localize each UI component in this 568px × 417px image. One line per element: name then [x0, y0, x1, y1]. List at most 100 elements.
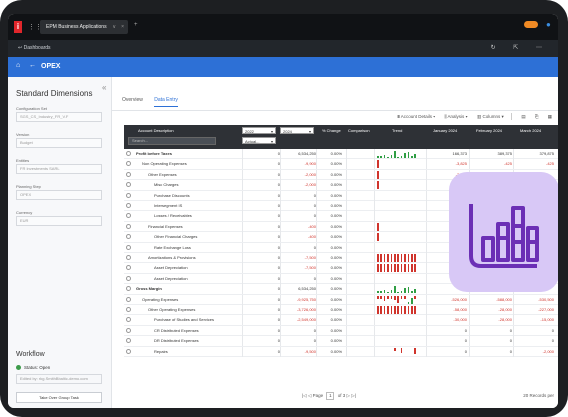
row-v1[interactable]: 0	[244, 284, 280, 293]
row-v1[interactable]: 0	[244, 326, 280, 335]
row-month-m3[interactable]: -227,000	[516, 305, 554, 314]
row-radio[interactable]	[126, 296, 131, 302]
row-month-m1[interactable]: -526,000	[429, 295, 467, 304]
row-pct[interactable]: 0.00%	[314, 149, 342, 158]
save-icon[interactable]: ▤	[521, 114, 525, 120]
row-v1[interactable]: 0	[244, 295, 280, 304]
row-month-m3[interactable]: 0	[516, 326, 554, 335]
row-pct[interactable]: 0.00%	[314, 336, 342, 345]
row-pct[interactable]: 0.00%	[314, 159, 342, 168]
row-pct[interactable]: 0.00%	[314, 305, 342, 314]
row-radio[interactable]	[126, 213, 131, 219]
row-v1[interactable]: 0	[244, 159, 280, 168]
row-v2[interactable]: -9,925,750	[280, 295, 316, 304]
scenario-select[interactable]: Actual... ▾	[242, 137, 276, 144]
page-input[interactable]: 1	[326, 392, 335, 400]
table-row[interactable]: Non Operating Expenses 0 -9,900 0.00% -3,825…	[124, 159, 558, 170]
tab-overview[interactable]: Overview	[122, 97, 143, 106]
row-month-m3[interactable]: -15,000	[516, 315, 554, 324]
home-icon[interactable]: ⌂	[16, 62, 20, 69]
row-month-m3[interactable]: -530,500	[516, 295, 554, 304]
notification-pill[interactable]	[524, 21, 538, 28]
next-page-icon[interactable]: ▷	[346, 393, 349, 398]
row-radio[interactable]	[126, 255, 131, 260]
row-month-m2[interactable]: -588,000	[472, 295, 512, 304]
row-v2[interactable]: 0	[280, 274, 316, 283]
row-v2[interactable]: -2,000	[280, 170, 316, 179]
row-v2[interactable]: 0	[280, 243, 316, 252]
row-v2[interactable]: -9,900	[280, 159, 316, 168]
row-radio[interactable]	[126, 161, 131, 167]
row-radio[interactable]	[126, 203, 131, 208]
row-v2[interactable]: 6,534,250	[280, 284, 316, 293]
collapse-sidebar-icon[interactable]: «	[102, 83, 106, 92]
row-month-m1[interactable]: -58,000	[429, 305, 467, 314]
export-icon[interactable]: ⎘	[535, 114, 539, 119]
nav-action-icons[interactable]: ↻ ⇱ ⋯	[491, 44, 550, 51]
table-row[interactable]: Purchase of Studies and Services 0 -2,549,…	[124, 315, 558, 326]
row-radio[interactable]	[126, 286, 131, 292]
close-icon[interactable]: ×	[121, 20, 124, 34]
first-page-icon[interactable]: |◁	[302, 393, 307, 398]
row-v1[interactable]: 0	[244, 315, 280, 324]
row-v2[interactable]: -9,500	[280, 347, 316, 356]
row-month-m2[interactable]: -28,000	[472, 315, 512, 324]
row-v1[interactable]: 0	[244, 347, 280, 356]
row-month-m3[interactable]: -2,000	[516, 347, 554, 356]
row-month-m2[interactable]: -28,000	[472, 305, 512, 314]
row-month-m1[interactable]: -3,825	[429, 159, 467, 168]
row-radio[interactable]	[126, 317, 131, 323]
row-pct[interactable]: 0.00%	[314, 347, 342, 356]
row-v1[interactable]: 0	[244, 232, 280, 241]
row-v2[interactable]: -400	[280, 232, 316, 241]
row-v2[interactable]: 0	[280, 201, 316, 210]
row-radio[interactable]	[126, 338, 131, 344]
row-v2[interactable]: -400	[280, 222, 316, 231]
row-v2[interactable]: -3,726,000	[280, 305, 316, 314]
table-row[interactable]: Operating Expenses 0 -9,925,750 0.00% -526,0…	[124, 294, 558, 305]
row-v1[interactable]: 0	[244, 336, 280, 345]
row-v1[interactable]: 0	[244, 149, 280, 158]
year-select-2[interactable]: 2024 ▾	[280, 127, 314, 134]
take-over-group-task-button[interactable]: Take Over Group Task	[16, 392, 102, 403]
row-v2[interactable]: 0	[280, 211, 316, 220]
row-v2[interactable]: 0	[280, 336, 316, 345]
row-v1[interactable]: 0	[244, 243, 280, 252]
row-pct[interactable]: 0.00%	[314, 170, 342, 179]
row-pct[interactable]: 0.00%	[314, 243, 342, 252]
row-radio[interactable]	[126, 265, 131, 271]
planning-step-field[interactable]: OPEX	[16, 190, 102, 200]
row-month-m3[interactable]: 379,875	[516, 149, 554, 158]
row-pct[interactable]: 0.00%	[314, 180, 342, 189]
row-radio[interactable]	[126, 244, 131, 250]
row-month-m3[interactable]: 0	[516, 336, 554, 345]
table-row[interactable]: Other Operating Expenses 0 -3,726,000 0.00%…	[124, 305, 558, 316]
row-pct[interactable]: 0.00%	[314, 263, 342, 272]
prev-page-icon[interactable]: ◁	[308, 393, 311, 398]
row-v2[interactable]: 0	[280, 326, 316, 335]
new-tab-icon[interactable]: +	[134, 22, 138, 28]
account-details-button[interactable]: ⩩ Account Details ▾	[397, 114, 435, 119]
row-v1[interactable]: 0	[244, 222, 280, 231]
row-v1[interactable]: 0	[244, 170, 280, 179]
entities-field[interactable]: FR Investments SARL	[16, 164, 102, 174]
row-month-m1[interactable]: 166,373	[429, 149, 467, 158]
row-radio[interactable]	[126, 182, 131, 188]
back-icon[interactable]: ←	[29, 62, 36, 69]
table-row[interactable]: CR Distributed Expenses 0 0 0.00% 0 0 0	[124, 325, 558, 337]
more-icon[interactable]: ▦	[548, 114, 552, 120]
row-radio[interactable]	[126, 234, 131, 240]
row-pct[interactable]: 0.00%	[314, 201, 342, 210]
row-v2[interactable]: -7,500	[280, 253, 316, 262]
row-pct[interactable]: 0.00%	[314, 232, 342, 241]
version-field[interactable]: Budget	[16, 138, 102, 148]
analysis-button[interactable]: ⫼ Analysis ▾	[444, 114, 467, 119]
table-row[interactable]: DR Distributed Expenses 0 0 0.00% 0 0 0	[124, 336, 558, 347]
row-month-m1[interactable]: 0	[429, 336, 467, 345]
row-v1[interactable]: 0	[244, 211, 280, 220]
last-page-icon[interactable]: ▷|	[351, 393, 356, 398]
row-v1[interactable]: 0	[244, 274, 280, 283]
currency-field[interactable]: EUR	[16, 216, 102, 226]
app-logo[interactable]: i	[14, 21, 22, 33]
row-month-m1[interactable]: -30,000	[429, 315, 467, 324]
